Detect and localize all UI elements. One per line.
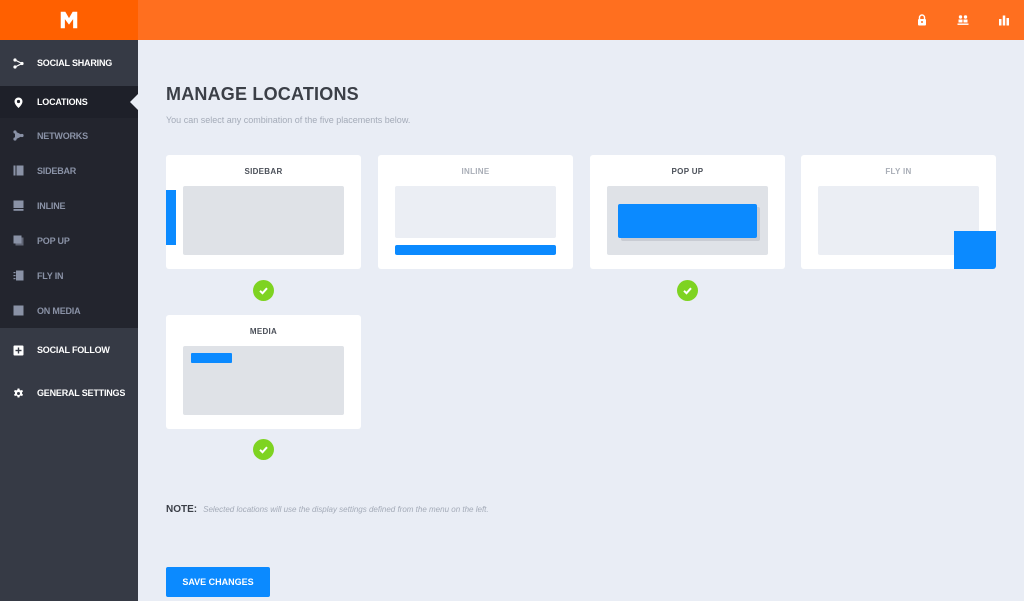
sidebar-item-social-follow[interactable]: SOCIAL FOLLOW [0, 328, 138, 372]
page-preview [395, 186, 556, 238]
users-icon [957, 15, 968, 25]
sidebar-item-label: SOCIAL FOLLOW [37, 345, 110, 355]
top-bar [0, 0, 1024, 40]
sidebar-placement-bar [166, 190, 176, 245]
location-card-inline[interactable]: INLINE [378, 155, 573, 269]
share-icon [13, 130, 24, 141]
sidebar-item-label: POP UP [37, 235, 70, 246]
sidebar-item-label: INLINE [37, 200, 66, 211]
card-title: SIDEBAR [244, 167, 283, 176]
lock-icon [917, 14, 926, 26]
page-subtitle: You can select any combination of the fi… [166, 115, 411, 125]
sidebar-item-sidebar[interactable]: SIDEBAR [0, 153, 138, 188]
sidebar-item-label: SOCIAL SHARING [37, 58, 113, 68]
flyin-placement-box [954, 231, 996, 269]
card-title: FLY IN [885, 167, 912, 176]
save-changes-button[interactable]: SAVE CHANGES [166, 567, 270, 597]
note-label: NOTE: [166, 504, 198, 515]
media-placement-bar [191, 353, 232, 363]
map-pin-icon [13, 97, 24, 108]
share-icon [13, 57, 24, 69]
location-card-sidebar[interactable]: SIDEBAR [166, 155, 361, 269]
card-title: MEDIA [249, 327, 278, 336]
sidebar-item-label: ON MEDIA [37, 305, 81, 316]
sidebar-item-inline[interactable]: INLINE [0, 188, 138, 223]
location-card-fly-in[interactable]: FLY IN [801, 155, 996, 269]
card-title: INLINE [461, 167, 490, 176]
lock-button[interactable] [901, 0, 942, 40]
selected-check-icon[interactable] [253, 280, 274, 301]
sidebar-item-label: GENERAL SETTINGS [37, 388, 126, 398]
bar-chart-icon [998, 15, 1009, 26]
sidebar-item-locations[interactable]: LOCATIONS [0, 86, 138, 118]
page-preview [183, 186, 344, 255]
sidebar-item-networks[interactable]: NETWORKS [0, 118, 138, 153]
inline-layout-icon [13, 200, 24, 211]
gear-icon [13, 388, 24, 399]
selected-check-icon[interactable] [677, 280, 698, 301]
page-title: MANAGE LOCATIONS [166, 84, 359, 104]
logo-m-icon [60, 11, 78, 29]
sidebar-nav: SOCIAL SHARING LOCATIONS NETWORKS SIDEBA… [0, 40, 138, 601]
location-card-media[interactable]: MEDIA [166, 315, 361, 429]
sidebar-item-fly-in[interactable]: FLY IN [0, 258, 138, 293]
logo[interactable] [0, 0, 138, 40]
plus-square-icon [13, 345, 24, 356]
users-button[interactable] [942, 0, 983, 40]
popup-layout-icon [13, 235, 24, 246]
locations-subnav: NETWORKS SIDEBAR INLINE POP UP FLY IN ON… [0, 118, 138, 328]
sidebar-item-label: LOCATIONS [37, 97, 88, 107]
popup-placement-box [618, 204, 757, 238]
location-card-pop-up[interactable]: POP UP [590, 155, 785, 269]
image-icon [13, 305, 24, 316]
sidebar-item-general-settings[interactable]: GENERAL SETTINGS [0, 372, 138, 414]
flyin-layout-icon [13, 270, 24, 281]
sidebar-item-social-sharing[interactable]: SOCIAL SHARING [0, 40, 138, 86]
sidebar-item-pop-up[interactable]: POP UP [0, 223, 138, 258]
inline-placement-bar [395, 245, 556, 255]
sidebar-layout-icon [13, 165, 24, 176]
sidebar-item-on-media[interactable]: ON MEDIA [0, 293, 138, 328]
sidebar-item-label: FLY IN [37, 270, 64, 281]
note: NOTE: Selected locations will use the di… [166, 504, 489, 515]
stats-button[interactable] [983, 0, 1024, 40]
selected-check-icon[interactable] [253, 439, 274, 460]
header-actions [901, 0, 1024, 40]
note-text: Selected locations will use the display … [203, 505, 489, 514]
card-title: POP UP [671, 167, 704, 176]
sidebar-item-label: NETWORKS [37, 130, 88, 141]
sidebar-item-label: SIDEBAR [37, 165, 77, 176]
